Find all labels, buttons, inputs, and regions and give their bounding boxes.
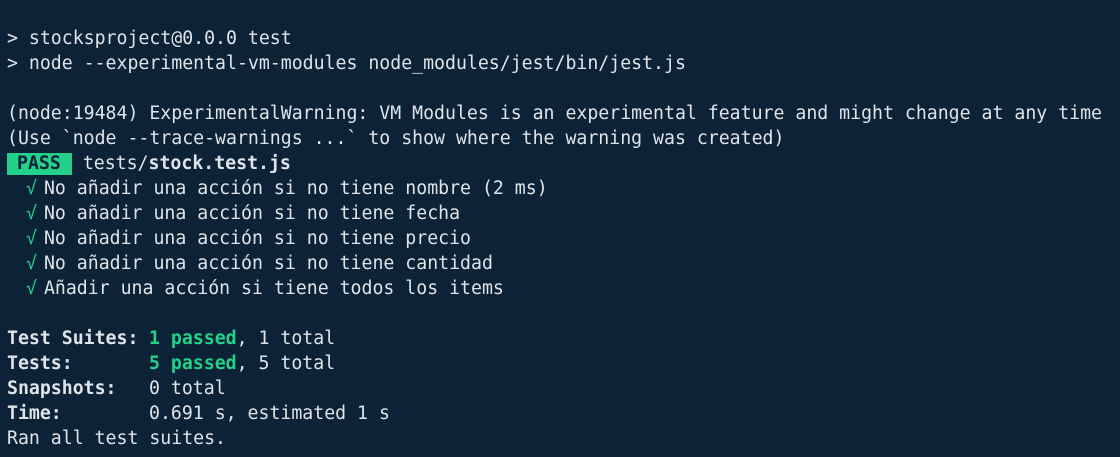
test-case-text: No añadir una acción si no tiene fecha [43, 203, 461, 224]
summary-tests-label: Tests: [7, 353, 73, 374]
check-mark-icon: √ [26, 203, 37, 224]
terminal-output[interactable]: > stocksproject@0.0.0 test > node --exper… [0, 0, 1120, 457]
npm-script-line: > stocksproject@0.0.0 test [7, 28, 292, 49]
test-case-text: No añadir una acción si no tiene cantida… [43, 253, 493, 274]
test-case-line: √ No añadir una acción si no tiene fecha [7, 201, 1120, 226]
test-case-text: No añadir una acción si no tiene nombre … [43, 178, 548, 199]
summary-suites-passed: 1 passed [149, 328, 237, 349]
check-mark-icon: √ [26, 228, 37, 249]
summary-tests-total: , 5 total [236, 353, 336, 374]
summary-snapshots-line: Snapshots: 0 total [7, 376, 1120, 401]
test-case-text: Añadir una acción si tiene todos los ite… [43, 278, 504, 299]
node-command-line: > node --experimental-vm-modules node_mo… [7, 53, 686, 74]
summary-tests-line: Tests: 5 passed, 5 total [7, 351, 1120, 376]
summary-snapshots-label: Snapshots: [7, 378, 117, 399]
experimental-warning-line: (node:19484) ExperimentalWarning: VM Mod… [7, 103, 1102, 124]
summary-time-value: 0.691 s, estimated 1 s [149, 403, 390, 424]
check-mark-icon: √ [26, 278, 37, 299]
summary-snapshots-value: 0 total [149, 378, 226, 399]
test-case-line: √ No añadir una acción si no tiene precio [7, 226, 1120, 251]
pass-badge: PASS [7, 153, 72, 175]
trace-warning-hint-line: (Use `node --trace-warnings ...` to show… [7, 128, 785, 149]
test-case-line: √ No añadir una acción si no tiene nombre… [7, 176, 1120, 201]
summary-tests-passed: 5 passed [149, 353, 237, 374]
test-file-dir: tests/ [82, 153, 149, 174]
summary-suites-label: Test Suites: [7, 328, 139, 349]
summary-time-line: Time: 0.691 s, estimated 1 s [7, 401, 1120, 426]
test-case-line: √ Añadir una acción si tiene todos los it… [7, 276, 1120, 301]
test-file-result-line: PASS tests/stock.test.js [7, 151, 1120, 176]
summary-time-label: Time: [7, 403, 62, 424]
check-mark-icon: √ [26, 253, 37, 274]
summary-suites-line: Test Suites: 1 passed, 1 total [7, 326, 1120, 351]
summary-suites-total: , 1 total [236, 328, 336, 349]
summary-footer-line: Ran all test suites. [7, 428, 226, 449]
test-file-name: stock.test.js [148, 153, 291, 174]
test-case-line: √ No añadir una acción si no tiene cantid… [7, 251, 1120, 276]
check-mark-icon: √ [26, 178, 37, 199]
test-case-text: No añadir una acción si no tiene precio [43, 228, 471, 249]
